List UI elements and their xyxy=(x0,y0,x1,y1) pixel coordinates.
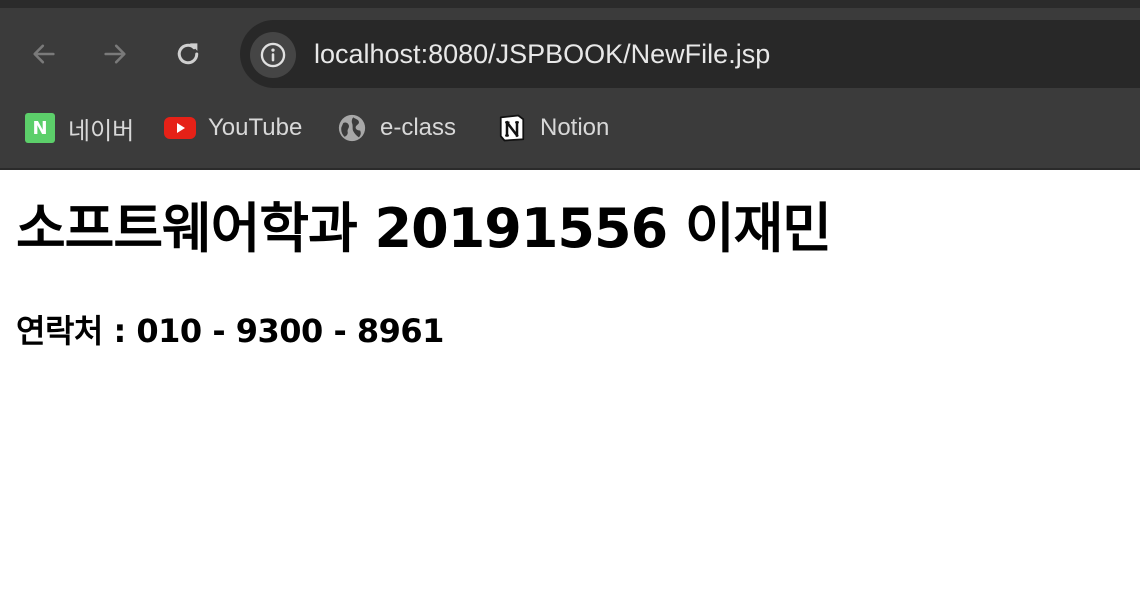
bookmark-eclass[interactable]: e-class xyxy=(336,110,456,146)
bookmarks-bar: N 네이버 YouTube e-class Notion xyxy=(0,100,1140,168)
browser-chrome: localhost:8080/JSPBOOK/NewFile.jsp N 네이버… xyxy=(0,0,1140,170)
reload-button[interactable] xyxy=(168,34,208,74)
info-icon xyxy=(260,42,286,68)
page-heading: 소프트웨어학과 20191556 이재민 xyxy=(16,197,832,260)
bookmark-naver[interactable]: N 네이버 xyxy=(24,110,134,146)
bookmark-label: Notion xyxy=(540,114,610,141)
bookmark-label: 네이버 xyxy=(68,117,135,145)
browser-toolbar: localhost:8080/JSPBOOK/NewFile.jsp xyxy=(0,8,1140,100)
naver-icon: N xyxy=(24,112,56,144)
notion-icon xyxy=(496,112,528,144)
tab-strip xyxy=(0,0,1140,8)
back-arrow-icon xyxy=(33,44,55,64)
page-content: 소프트웨어학과 20191556 이재민 연락처 : 010 - 9300 - … xyxy=(0,170,1140,602)
forward-arrow-icon xyxy=(104,44,126,64)
back-button[interactable] xyxy=(24,34,64,74)
bookmark-label: e-class xyxy=(380,114,457,141)
bookmark-label: YouTube xyxy=(208,114,303,141)
reload-icon xyxy=(177,43,199,65)
site-info-button[interactable] xyxy=(250,32,296,78)
bookmark-notion[interactable]: Notion xyxy=(496,110,609,146)
youtube-icon xyxy=(164,112,196,144)
url-text[interactable]: localhost:8080/JSPBOOK/NewFile.jsp xyxy=(314,20,770,88)
globe-icon xyxy=(336,112,368,144)
address-bar[interactable]: localhost:8080/JSPBOOK/NewFile.jsp xyxy=(240,20,1140,88)
contact-info: 연락처 : 010 - 9300 - 8961 xyxy=(16,312,444,350)
bookmark-youtube[interactable]: YouTube xyxy=(164,110,302,146)
forward-button[interactable] xyxy=(95,34,135,74)
